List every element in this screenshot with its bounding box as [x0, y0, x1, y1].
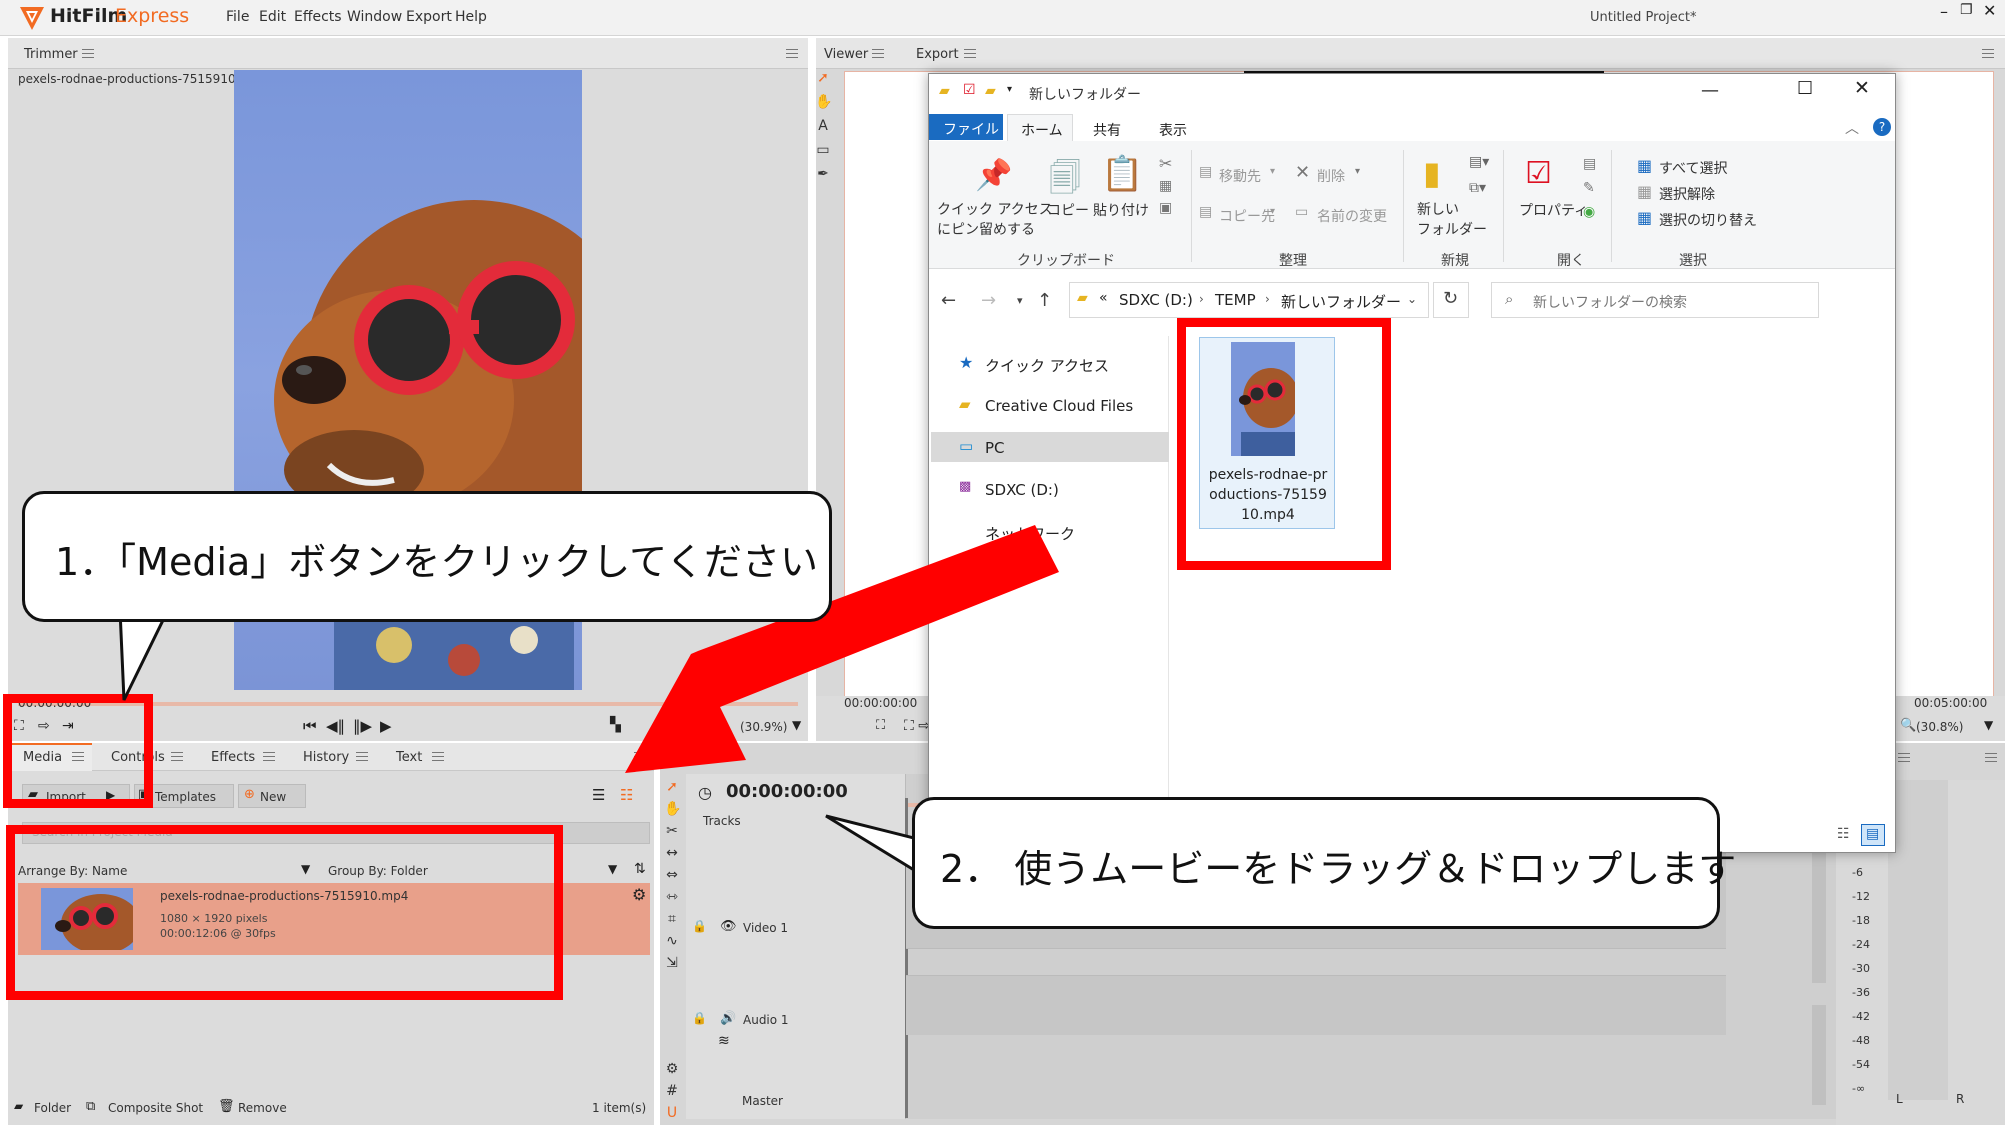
- callout-step-2-text: 2． 使うムービーをドラッグ＆ドロップします: [940, 847, 1737, 891]
- callout-2-tail: [825, 814, 926, 873]
